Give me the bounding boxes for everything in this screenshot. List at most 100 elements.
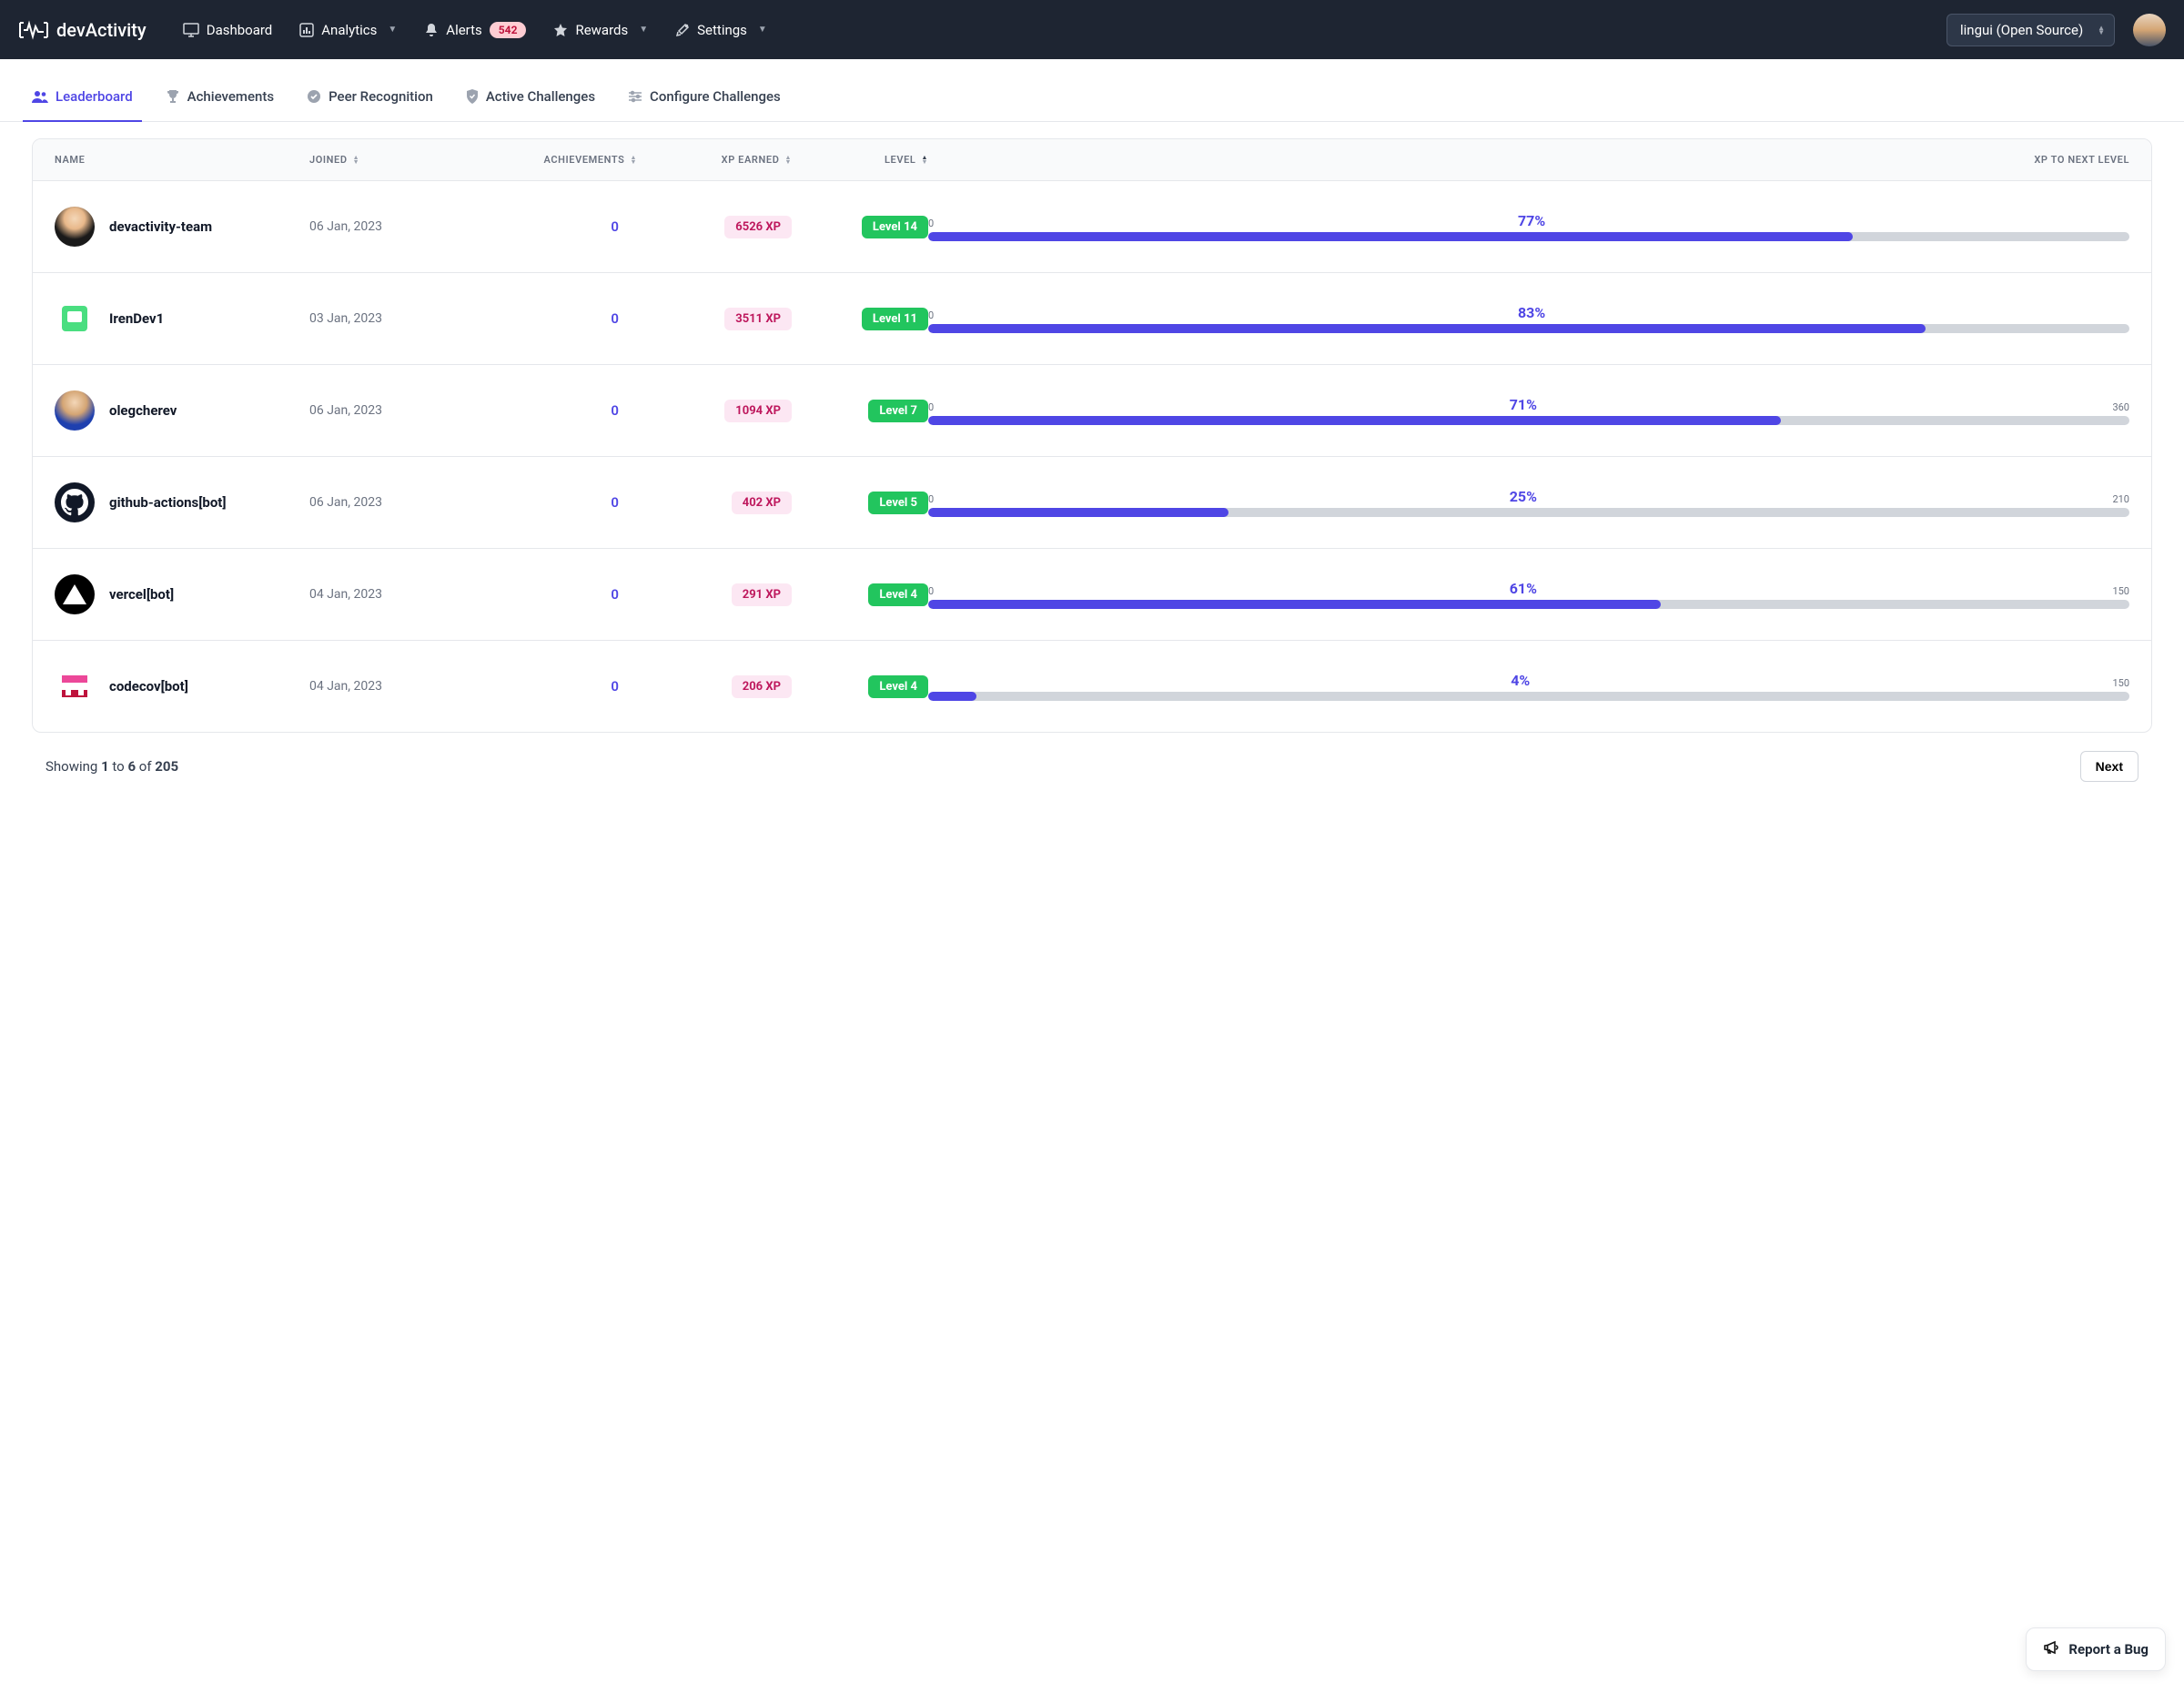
level-badge: Level 4 bbox=[868, 583, 928, 606]
pagination: Showing 1 to 6 of 205 Next bbox=[0, 733, 2184, 809]
cell-level: Level 4 bbox=[792, 583, 928, 606]
chevron-down-icon: ▼ bbox=[388, 25, 397, 35]
th-name[interactable]: NAME bbox=[55, 154, 309, 166]
tools-icon bbox=[675, 23, 690, 37]
cell-xp: 291 XP bbox=[637, 583, 792, 606]
table-row: IrenDev1 03 Jan, 2023 0 3511 XP Level 11… bbox=[33, 272, 2151, 364]
brand-logo[interactable]: devActivity bbox=[18, 19, 147, 41]
nav-items: Dashboard Analytics ▼ Alerts 542 Rewards… bbox=[183, 22, 1946, 38]
cell-xp: 6526 XP bbox=[637, 216, 792, 238]
progress-fill bbox=[928, 416, 1781, 425]
megaphone-icon bbox=[2043, 1639, 2059, 1659]
th-xp[interactable]: XP EARNED▲▼ bbox=[637, 154, 792, 166]
sort-icon: ▲▼ bbox=[784, 156, 792, 164]
tab-configure-label: Configure Challenges bbox=[650, 88, 781, 105]
alerts-count-badge: 542 bbox=[490, 22, 527, 38]
leaderboard-table: NAME JOINED▲▼ ACHIEVEMENTS▲▼ XP EARNED▲▼… bbox=[32, 138, 2152, 733]
user-name[interactable]: devactivity-team bbox=[109, 218, 212, 235]
nav-dashboard[interactable]: Dashboard bbox=[183, 22, 273, 38]
nav-alerts-label: Alerts bbox=[446, 22, 482, 38]
trophy-icon bbox=[166, 89, 180, 104]
th-joined[interactable]: JOINED▲▼ bbox=[309, 154, 455, 166]
cell-joined: 06 Jan, 2023 bbox=[309, 495, 455, 510]
progress-bar bbox=[928, 600, 2129, 609]
table-row: olegcherev 06 Jan, 2023 0 1094 XP Level … bbox=[33, 364, 2151, 456]
th-level[interactable]: LEVEL▲▼ bbox=[792, 154, 928, 166]
brand-text: devActivity bbox=[56, 19, 147, 41]
bell-icon bbox=[424, 23, 439, 37]
nav-settings[interactable]: Settings ▼ bbox=[675, 22, 767, 38]
level-badge: Level 14 bbox=[862, 216, 928, 238]
progress-percent: 61% bbox=[1510, 580, 1537, 597]
nav-analytics[interactable]: Analytics ▼ bbox=[299, 22, 397, 38]
progress-bar bbox=[928, 416, 2129, 425]
nav-alerts[interactable]: Alerts 542 bbox=[424, 22, 526, 38]
cell-joined: 04 Jan, 2023 bbox=[309, 587, 455, 602]
user-avatar[interactable] bbox=[55, 299, 95, 339]
people-icon bbox=[32, 90, 48, 103]
tab-peer-label: Peer Recognition bbox=[329, 88, 433, 105]
tab-configure-challenges[interactable]: Configure Challenges bbox=[628, 76, 781, 121]
progress-end: 150 bbox=[2112, 585, 2129, 597]
report-bug-button[interactable]: Report a Bug bbox=[2026, 1627, 2166, 1671]
user-name[interactable]: codecov[bot] bbox=[109, 678, 188, 694]
monitor-icon bbox=[183, 23, 199, 37]
user-name[interactable]: olegcherev bbox=[109, 402, 177, 419]
next-button[interactable]: Next bbox=[2080, 751, 2138, 782]
cell-name: codecov[bot] bbox=[55, 666, 309, 706]
cell-joined: 04 Jan, 2023 bbox=[309, 679, 455, 694]
progress-fill bbox=[928, 600, 1661, 609]
user-avatar[interactable] bbox=[55, 482, 95, 522]
cell-name: olegcherev bbox=[55, 390, 309, 431]
table-body: devactivity-team 06 Jan, 2023 0 6526 XP … bbox=[33, 181, 2151, 732]
cell-name: IrenDev1 bbox=[55, 299, 309, 339]
tab-leaderboard[interactable]: Leaderboard bbox=[32, 76, 133, 121]
project-selector-label: lingui (Open Source) bbox=[1960, 22, 2083, 38]
cell-progress: 0 25% 210 bbox=[928, 488, 2129, 517]
sort-icon: ▲▼ bbox=[353, 156, 360, 164]
user-avatar[interactable] bbox=[55, 207, 95, 247]
cell-name: vercel[bot] bbox=[55, 574, 309, 614]
progress-start: 0 bbox=[928, 493, 934, 505]
level-badge: Level 7 bbox=[868, 400, 928, 422]
table-row: github-actions[bot] 06 Jan, 2023 0 402 X… bbox=[33, 456, 2151, 548]
tab-achievements[interactable]: Achievements bbox=[166, 76, 274, 121]
user-name[interactable]: vercel[bot] bbox=[109, 586, 174, 603]
cell-xp: 3511 XP bbox=[637, 308, 792, 330]
chevron-down-icon: ▼ bbox=[758, 25, 767, 35]
nav-rewards[interactable]: Rewards ▼ bbox=[553, 22, 648, 38]
progress-bar bbox=[928, 692, 2129, 701]
rewards-tabs: Leaderboard Achievements Peer Recognitio… bbox=[0, 76, 2184, 122]
cell-progress: 0 77% bbox=[928, 212, 2129, 241]
progress-start: 0 bbox=[928, 585, 934, 597]
user-name[interactable]: github-actions[bot] bbox=[109, 494, 227, 511]
table-row: codecov[bot] 04 Jan, 2023 0 206 XP Level… bbox=[33, 640, 2151, 732]
progress-fill bbox=[928, 324, 1926, 333]
cell-achievements: 0 bbox=[455, 310, 637, 327]
tab-peer-recognition[interactable]: Peer Recognition bbox=[307, 76, 433, 121]
cell-xp: 206 XP bbox=[637, 675, 792, 698]
cell-level: Level 4 bbox=[792, 675, 928, 698]
cell-achievements: 0 bbox=[455, 402, 637, 419]
user-avatar[interactable] bbox=[55, 390, 95, 431]
tab-active-challenges[interactable]: Active Challenges bbox=[466, 76, 595, 121]
th-achievements[interactable]: ACHIEVEMENTS▲▼ bbox=[455, 154, 637, 166]
sort-icon: ▲▼ bbox=[921, 156, 928, 164]
xp-badge: 3511 XP bbox=[724, 308, 792, 330]
project-selector[interactable]: lingui (Open Source) ▲▼ bbox=[1946, 14, 2115, 46]
tab-achievements-label: Achievements bbox=[187, 88, 274, 105]
progress-end: 210 bbox=[2112, 493, 2129, 505]
user-avatar[interactable] bbox=[2133, 14, 2166, 46]
progress-bar bbox=[928, 508, 2129, 517]
progress-end: 150 bbox=[2112, 677, 2129, 689]
xp-badge: 206 XP bbox=[732, 675, 792, 698]
progress-bar bbox=[928, 324, 2129, 333]
user-avatar[interactable] bbox=[55, 666, 95, 706]
nav-analytics-label: Analytics bbox=[321, 22, 377, 38]
cell-name: devactivity-team bbox=[55, 207, 309, 247]
user-avatar[interactable] bbox=[55, 574, 95, 614]
th-xpnext: XP TO NEXT LEVEL bbox=[928, 154, 2129, 166]
user-name[interactable]: IrenDev1 bbox=[109, 310, 164, 327]
xp-badge: 291 XP bbox=[732, 583, 792, 606]
xp-badge: 6526 XP bbox=[724, 216, 792, 238]
